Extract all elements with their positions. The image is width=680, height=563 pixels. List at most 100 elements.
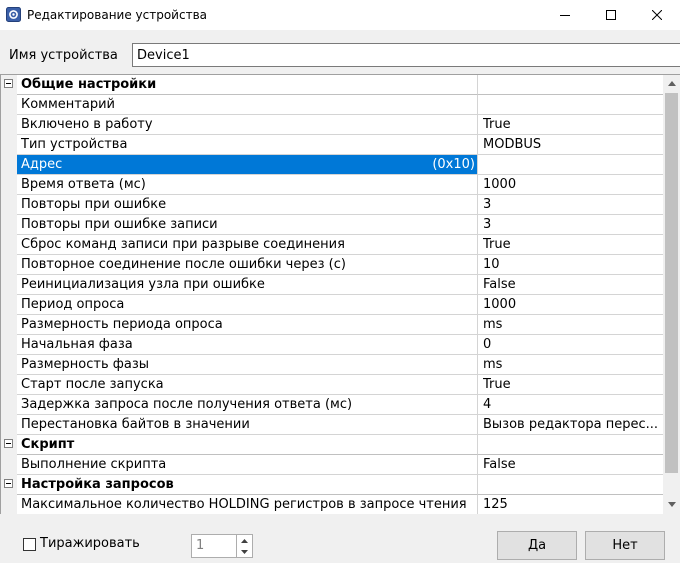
property-name-cell[interactable]: Старт после запуска [17,375,478,395]
category-value-cell[interactable] [478,475,663,495]
property-value-cell[interactable]: MODBUS [478,135,663,155]
property-row[interactable]: Старт после запуска True [1,375,663,395]
property-value[interactable]: 1000 [483,177,661,192]
property-row[interactable]: Повторы при ошибке 3 [1,195,663,215]
collapse-icon[interactable] [4,79,13,88]
property-value[interactable]: ms [483,357,661,372]
property-value[interactable]: 1000 [483,297,661,312]
property-name-cell[interactable]: Реинициализация узла при ошибке [17,275,478,295]
property-row[interactable]: Размерность фазы ms [1,355,663,375]
ok-button[interactable]: Да [497,531,577,560]
property-value-cell[interactable]: 125 [478,495,663,514]
property-row[interactable]: Задержка запроса после получения ответа … [1,395,663,415]
property-value-cell[interactable]: 16 [478,155,663,175]
property-value-cell[interactable]: 3 [478,195,663,215]
collapse-icon[interactable] [4,439,13,448]
property-row[interactable]: Размерность периода опроса ms [1,315,663,335]
property-name-cell[interactable]: Размерность периода опроса [17,315,478,335]
property-name-cell[interactable]: Время ответа (мс) [17,175,478,195]
property-value-cell[interactable]: True [478,235,663,255]
property-row[interactable]: Перестановка байтов в значении Вызов реда… [1,415,663,435]
property-name-cell[interactable]: Начальная фаза [17,335,478,355]
minimize-button[interactable] [542,0,588,30]
property-value-cell[interactable]: False [478,455,663,475]
property-value-cell[interactable]: 0 [478,335,663,355]
maximize-button[interactable] [588,0,634,30]
property-value-cell[interactable]: 3 [478,215,663,235]
property-value[interactable]: Вызов редактора перес... [483,417,661,432]
property-row[interactable]: Период опроса 1000 [1,295,663,315]
property-row[interactable]: Адрес (0x10)16 [1,155,663,175]
scroll-thumb[interactable] [665,93,678,473]
property-name-cell[interactable]: Период опроса [17,295,478,315]
property-name-cell[interactable]: Выполнение скрипта [17,455,478,475]
collapse-icon[interactable] [4,479,13,488]
property-name-cell[interactable]: Повторы при ошибке [17,195,478,215]
category-row[interactable]: Скрипт [1,435,663,455]
property-row[interactable]: Включено в работу True [1,115,663,135]
property-row[interactable]: Повторное соединение после ошибки через … [1,255,663,275]
spinner-up-button[interactable] [237,535,252,546]
property-name-cell[interactable]: Перестановка байтов в значении [17,415,478,435]
close-button[interactable] [634,0,680,30]
replicate-label[interactable]: Тиражировать [40,536,140,551]
property-value-cell[interactable]: 4 [478,395,663,415]
property-name-cell[interactable]: Повторы при ошибке записи [17,215,478,235]
property-name-cell[interactable]: Повторное соединение после ошибки через … [17,255,478,275]
scroll-up-button[interactable] [663,75,680,92]
property-row[interactable]: Сброс команд записи при разрыве соединен… [1,235,663,255]
property-value-cell[interactable]: 10 [478,255,663,275]
property-row[interactable]: Максимальное количество HOLDING регистро… [1,495,663,514]
cancel-button[interactable]: Нет [585,531,665,560]
property-value-cell[interactable]: ms [478,355,663,375]
property-value-cell[interactable] [478,95,663,115]
property-value[interactable]: True [483,377,661,392]
property-row[interactable]: Время ответа (мс) 1000 [1,175,663,195]
property-value[interactable]: 3 [483,197,661,212]
property-name-cell[interactable]: Максимальное количество HOLDING регистро… [17,495,478,514]
property-name-cell[interactable]: Комментарий [17,95,478,115]
category-value-cell[interactable] [478,75,663,95]
property-row[interactable]: Комментарий [1,95,663,115]
device-name-input[interactable]: Device1 [132,43,680,67]
property-value[interactable]: 4 [483,397,661,412]
property-row[interactable]: Повторы при ошибке записи 3 [1,215,663,235]
replicate-checkbox[interactable] [23,538,36,551]
property-value[interactable]: MODBUS [483,137,661,152]
property-value-cell[interactable]: ms [478,315,663,335]
property-grid[interactable]: Общие настройки Комментарий Включено в раб… [0,74,663,514]
property-value-cell[interactable]: True [478,375,663,395]
replicate-count-value[interactable]: 1 [196,538,204,553]
property-name-cell[interactable]: Сброс команд записи при разрыве соединен… [17,235,478,255]
property-value[interactable]: 3 [483,217,661,232]
category-name-cell[interactable]: Общие настройки [17,75,478,95]
category-row[interactable]: Общие настройки [1,75,663,95]
category-name-cell[interactable]: Скрипт [17,435,478,455]
property-value[interactable]: 125 [483,497,661,512]
property-name-cell[interactable]: Тип устройства [17,135,478,155]
property-row[interactable]: Начальная фаза 0 [1,335,663,355]
property-value[interactable]: 0 [483,337,661,352]
property-value-cell[interactable]: 1000 [478,175,663,195]
property-value-cell[interactable]: 1000 [478,295,663,315]
property-row[interactable]: Тип устройства MODBUS [1,135,663,155]
category-name-cell[interactable]: Настройка запросов [17,475,478,495]
property-row[interactable]: Реинициализация узла при ошибке False [1,275,663,295]
vertical-scrollbar[interactable] [663,74,680,514]
property-value[interactable]: False [483,277,661,292]
property-row[interactable]: Выполнение скрипта False [1,455,663,475]
property-name-cell[interactable]: Задержка запроса после получения ответа … [17,395,478,415]
property-value[interactable]: True [483,117,661,132]
replicate-count-spinner[interactable]: 1 [191,534,253,558]
category-value-cell[interactable] [478,435,663,455]
property-value-cell[interactable]: True [478,115,663,135]
property-name-cell[interactable]: Адрес (0x10) [17,155,478,175]
property-value[interactable]: 10 [483,257,661,272]
property-value[interactable]: False [483,457,661,472]
property-name-cell[interactable]: Включено в работу [17,115,478,135]
scroll-down-button[interactable] [663,496,680,513]
property-value[interactable]: True [483,237,661,252]
spinner-down-button[interactable] [237,546,252,557]
property-name-cell[interactable]: Размерность фазы [17,355,478,375]
property-value-cell[interactable]: Вызов редактора перес... [478,415,663,435]
